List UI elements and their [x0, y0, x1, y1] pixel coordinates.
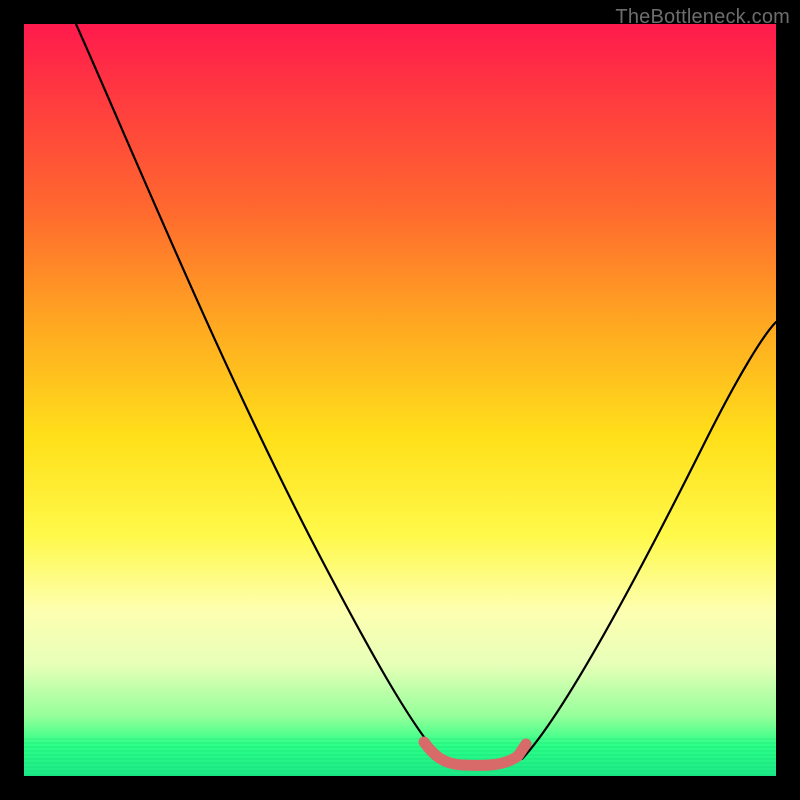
plot-area: [24, 24, 776, 776]
left-curve: [76, 24, 442, 759]
right-curve: [522, 322, 776, 759]
trough-accent: [424, 742, 526, 765]
chart-frame: TheBottleneck.com: [0, 0, 800, 800]
watermark-text: TheBottleneck.com: [615, 6, 790, 29]
curve-layer: [24, 24, 776, 776]
bottom-band-stripes: [24, 738, 776, 776]
